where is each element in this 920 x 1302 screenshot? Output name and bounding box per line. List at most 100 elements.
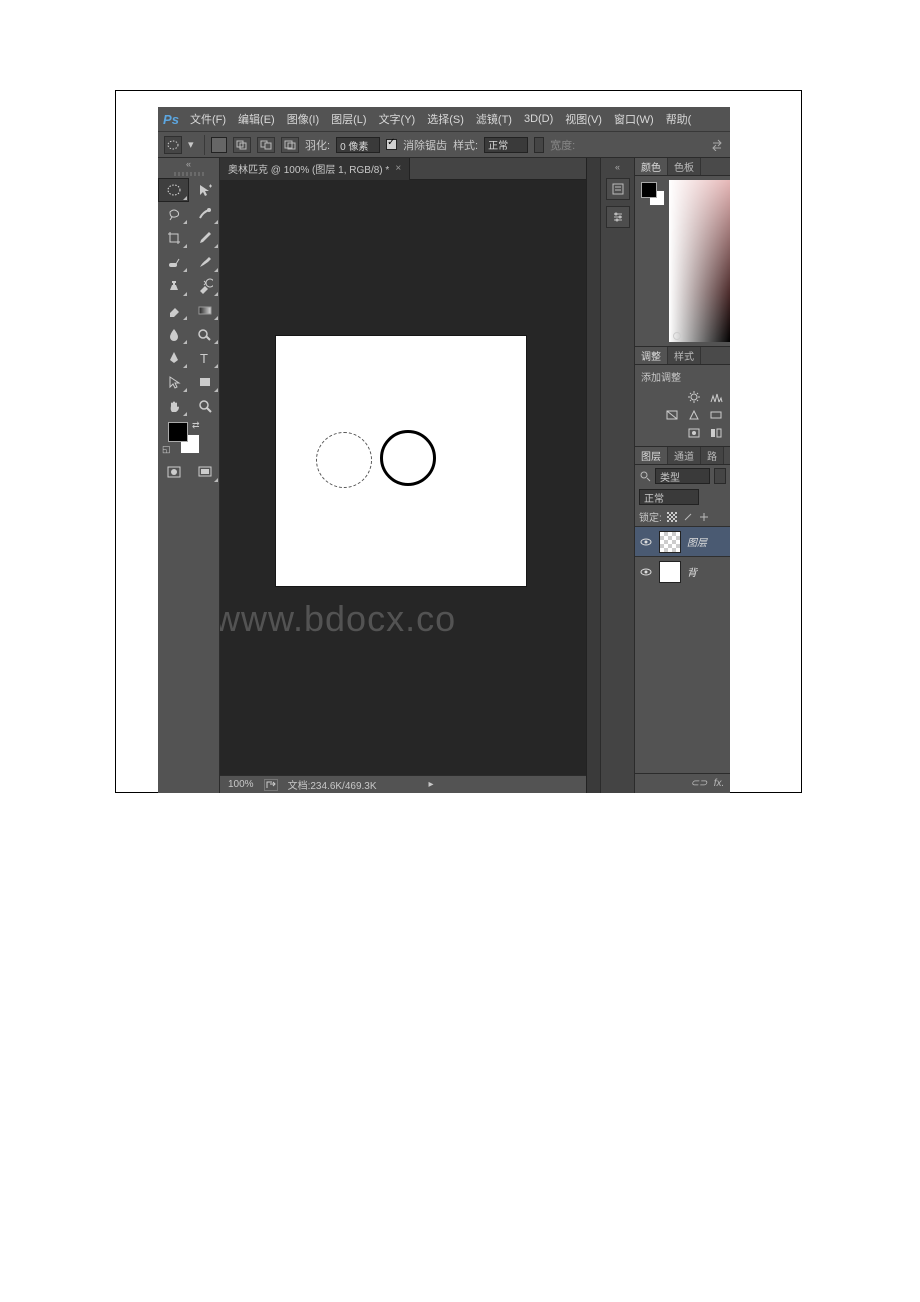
color-field[interactable]: [669, 180, 730, 342]
path-selection-tool[interactable]: [158, 370, 189, 394]
menu-layer[interactable]: 图层(L): [325, 111, 372, 127]
close-tab-icon[interactable]: ×: [395, 163, 401, 174]
blend-mode-select[interactable]: 正常: [639, 489, 699, 505]
layer-filter-stepper[interactable]: [714, 468, 726, 484]
rectangle-tool[interactable]: [189, 370, 220, 394]
zoom-tool[interactable]: [189, 394, 220, 418]
swap-colors-icon[interactable]: ⇄: [192, 420, 200, 431]
blur-tool[interactable]: [158, 322, 189, 346]
style-select[interactable]: 正常: [484, 137, 528, 153]
tools-grip[interactable]: [158, 170, 219, 178]
menu-3d[interactable]: 3D(D): [518, 113, 559, 125]
document-tab[interactable]: 奥林匹克 @ 100% (图层 1, RGB/8) * ×: [220, 158, 410, 180]
hand-tool[interactable]: [158, 394, 189, 418]
photo-filter-icon[interactable]: [686, 426, 702, 440]
elliptical-marquee-tool[interactable]: [158, 178, 189, 202]
adjustments-panel: 调整 样式 添加调整: [635, 346, 730, 446]
selection-intersect-icon[interactable]: [281, 137, 299, 153]
layer-row[interactable]: 背: [635, 556, 730, 586]
artboard[interactable]: [276, 336, 526, 586]
menu-view[interactable]: 视图(V): [559, 111, 608, 127]
lock-position-icon[interactable]: [698, 511, 710, 523]
style-stepper[interactable]: [534, 137, 544, 153]
visibility-icon[interactable]: [639, 535, 653, 549]
panel-foreground-color[interactable]: [641, 182, 657, 198]
crop-tool[interactable]: [158, 226, 189, 250]
lut-icon[interactable]: [708, 426, 724, 440]
layers-footer: ⊂⊃ fx.: [635, 773, 730, 793]
layer-fx-icon[interactable]: fx.: [712, 777, 726, 791]
swap-wh-icon[interactable]: [710, 138, 724, 152]
default-colors-icon[interactable]: ◱: [162, 444, 171, 455]
dock-collapse-icon[interactable]: «: [615, 162, 620, 172]
levels-icon[interactable]: [708, 390, 724, 404]
selection-add-icon[interactable]: [233, 137, 251, 153]
menu-image[interactable]: 图像(I): [281, 111, 325, 127]
lock-transparency-icon[interactable]: [666, 511, 678, 523]
status-bar: 100% 文档:234.6K/469.3K ▸: [220, 775, 586, 793]
tools-collapse-icon[interactable]: «: [158, 158, 219, 170]
tool-preset-dropdown[interactable]: ▾: [188, 138, 198, 151]
lock-pixels-icon[interactable]: [682, 511, 694, 523]
healing-brush-tool[interactable]: [158, 250, 189, 274]
selection-new-icon[interactable]: [211, 137, 227, 153]
menu-type[interactable]: 文字(Y): [373, 111, 422, 127]
layer-thumbnail[interactable]: [659, 531, 681, 553]
history-panel-icon[interactable]: [606, 178, 630, 200]
pen-tool[interactable]: [158, 346, 189, 370]
tab-layers[interactable]: 图层: [635, 447, 668, 464]
feather-input[interactable]: 0 像素: [336, 137, 380, 153]
vibrance-icon[interactable]: [686, 408, 702, 422]
doc-info[interactable]: 文档:234.6K/469.3K: [288, 777, 377, 792]
color-panel: [635, 176, 730, 346]
move-tool[interactable]: [189, 178, 220, 202]
zoom-level[interactable]: 100%: [228, 779, 254, 790]
layer-row[interactable]: 图层: [635, 526, 730, 556]
exposure-icon[interactable]: [664, 408, 680, 422]
tab-swatches[interactable]: 色板: [668, 158, 701, 175]
menu-filter[interactable]: 滤镜(T): [470, 111, 518, 127]
tab-channels[interactable]: 通道: [668, 447, 701, 464]
menu-window[interactable]: 窗口(W): [608, 111, 660, 127]
link-layers-icon[interactable]: ⊂⊃: [692, 777, 706, 791]
layer-thumbnail[interactable]: [659, 561, 681, 583]
layer-name[interactable]: 图层: [687, 534, 707, 549]
vertical-scrollbar[interactable]: [586, 158, 600, 793]
tab-styles[interactable]: 样式: [668, 347, 701, 364]
hue-icon[interactable]: [708, 408, 724, 422]
type-tool[interactable]: T: [189, 346, 220, 370]
foreground-color[interactable]: [168, 422, 188, 442]
eyedropper-tool[interactable]: [189, 226, 220, 250]
visibility-icon[interactable]: [639, 565, 653, 579]
status-play-icon[interactable]: ▸: [429, 779, 434, 790]
tab-adjustments[interactable]: 调整: [635, 347, 668, 364]
lasso-tool[interactable]: [158, 202, 189, 226]
eraser-tool[interactable]: [158, 298, 189, 322]
history-brush-tool[interactable]: [189, 274, 220, 298]
brightness-icon[interactable]: [686, 390, 702, 404]
canvas-area[interactable]: www.bdocx.co: [220, 180, 586, 775]
tab-color[interactable]: 颜色: [635, 158, 668, 175]
menu-select[interactable]: 选择(S): [421, 111, 470, 127]
brush-tool[interactable]: [189, 250, 220, 274]
document-tab-bar: 奥林匹克 @ 100% (图层 1, RGB/8) * ×: [220, 158, 586, 180]
dodge-tool[interactable]: [189, 322, 220, 346]
layers-panel: 图层 通道 路 类型 正常 锁定:: [635, 446, 730, 793]
collapsed-dock: «: [600, 158, 634, 793]
menu-edit[interactable]: 编辑(E): [232, 111, 281, 127]
clone-stamp-tool[interactable]: [158, 274, 189, 298]
gradient-tool[interactable]: [189, 298, 220, 322]
tab-paths[interactable]: 路: [701, 447, 724, 464]
selection-subtract-icon[interactable]: [257, 137, 275, 153]
layer-filter-select[interactable]: 类型: [655, 468, 710, 484]
quick-selection-tool[interactable]: [189, 202, 220, 226]
properties-panel-icon[interactable]: [606, 206, 630, 228]
screen-mode-tool[interactable]: [189, 460, 220, 484]
status-export-icon[interactable]: [264, 779, 278, 791]
quick-mask-tool[interactable]: [158, 460, 189, 484]
active-tool-icon[interactable]: [164, 136, 182, 154]
layer-name[interactable]: 背: [687, 564, 697, 579]
antialias-checkbox[interactable]: [386, 139, 397, 150]
menu-help[interactable]: 帮助(: [660, 111, 698, 127]
menu-file[interactable]: 文件(F): [184, 111, 232, 127]
